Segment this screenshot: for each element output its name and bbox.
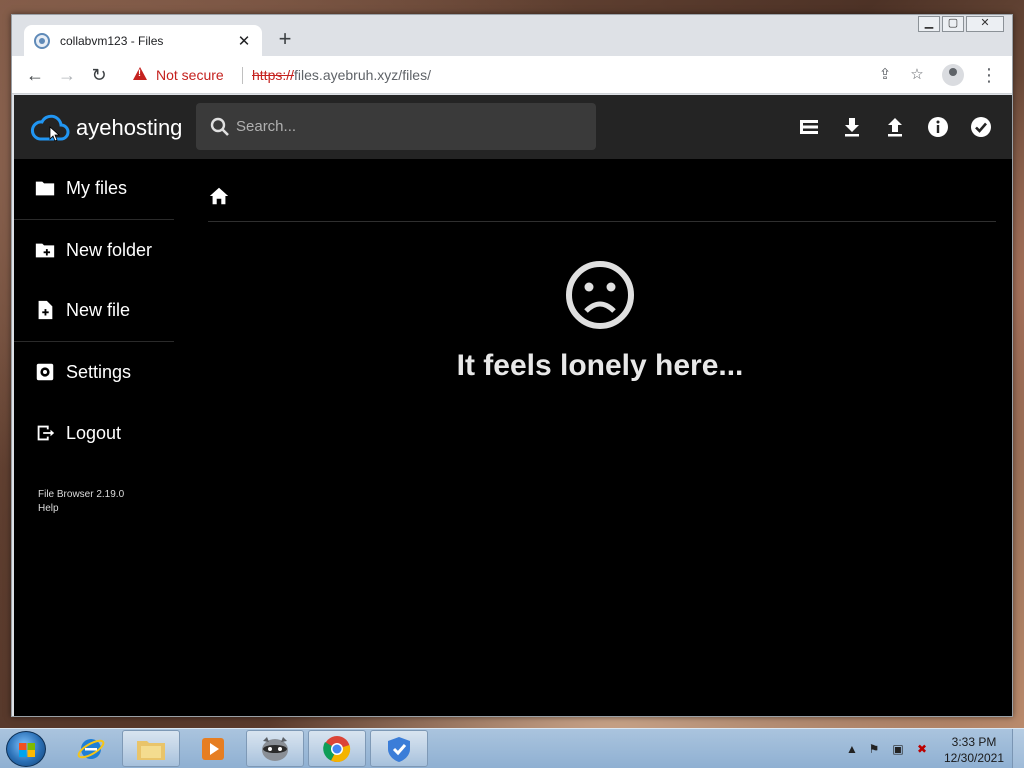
new-folder-icon bbox=[35, 243, 55, 258]
sidebar-item-new-folder[interactable]: New folder bbox=[14, 228, 176, 272]
clock-date[interactable]: 12/30/2021 bbox=[942, 751, 1006, 765]
upload-icon[interactable] bbox=[883, 115, 907, 139]
sidebar-divider bbox=[14, 219, 174, 220]
share-icon[interactable]: ⇪ bbox=[874, 64, 896, 86]
minimize-button[interactable]: ▁ bbox=[918, 16, 940, 32]
maximize-button[interactable]: ▢ bbox=[942, 16, 964, 32]
check-circle-icon[interactable] bbox=[969, 115, 993, 139]
search-icon bbox=[210, 117, 229, 136]
home-icon[interactable] bbox=[208, 185, 230, 207]
tab-close-icon[interactable]: ✕ bbox=[234, 32, 254, 50]
help-link[interactable]: Help bbox=[38, 503, 59, 514]
internet-explorer-icon[interactable] bbox=[62, 730, 120, 767]
action-center-flag-icon[interactable]: ⚑ bbox=[866, 741, 882, 757]
sidebar-item-label: New file bbox=[66, 299, 131, 320]
search-box[interactable] bbox=[196, 103, 596, 150]
taskbar: ▲ ⚑ ▣ ✖ 3:33 PM 12/30/2021 bbox=[0, 728, 1024, 768]
new-file-icon bbox=[38, 300, 53, 320]
page-viewport: ayehosting Search... My files New folder… bbox=[14, 95, 1012, 716]
sidebar-item-logout[interactable]: Logout bbox=[14, 411, 176, 455]
chrome-icon[interactable] bbox=[308, 730, 366, 767]
media-player-icon[interactable] bbox=[184, 730, 242, 767]
download-icon[interactable] bbox=[840, 115, 864, 139]
clock-time[interactable]: 3:33 PM bbox=[948, 735, 1000, 749]
url-path: files.ayebruh.xyz/files/ bbox=[294, 67, 431, 83]
address-bar: ← → ↻ Not secure https://files.ayebruh.x… bbox=[12, 56, 1012, 94]
volume-muted-icon[interactable]: ✖ bbox=[914, 741, 930, 757]
back-icon[interactable]: ← bbox=[24, 65, 46, 85]
reload-icon[interactable]: ↻ bbox=[88, 65, 110, 85]
tab-strip: collabvm123 - Files ✕ + ▁ ▢ ✕ bbox=[12, 15, 1012, 56]
app-header: ayehosting bbox=[14, 95, 1012, 159]
browser-window: collabvm123 - Files ✕ + ▁ ▢ ✕ ← → ↻ Not … bbox=[11, 14, 1013, 717]
version-label: File Browser 2.19.0 bbox=[38, 489, 125, 500]
sidebar-item-label: My files bbox=[66, 177, 128, 198]
cloud-logo-icon[interactable] bbox=[30, 113, 70, 143]
settings-icon bbox=[36, 363, 54, 381]
start-button[interactable] bbox=[6, 731, 46, 767]
security-app-icon[interactable] bbox=[370, 730, 428, 767]
list-view-icon[interactable] bbox=[797, 115, 821, 139]
tab-title: collabvm123 - Files bbox=[60, 33, 164, 48]
sidebar-divider bbox=[14, 341, 174, 342]
sidebar-item-my-files[interactable]: My files bbox=[14, 166, 176, 210]
favicon-icon bbox=[34, 32, 50, 49]
close-window-button[interactable]: ✕ bbox=[966, 16, 1004, 32]
url-scheme: https:// bbox=[252, 67, 295, 83]
logout-icon bbox=[37, 425, 55, 441]
show-hidden-icons[interactable]: ▲ bbox=[844, 741, 860, 757]
browser-tab[interactable]: collabvm123 - Files ✕ bbox=[24, 25, 262, 56]
new-tab-button[interactable]: + bbox=[274, 28, 296, 51]
show-desktop-button[interactable] bbox=[1012, 729, 1024, 768]
sidebar-item-new-file[interactable]: New file bbox=[14, 288, 176, 332]
sidebar-item-label: Settings bbox=[66, 361, 132, 382]
raccoon-app-icon[interactable] bbox=[246, 730, 304, 767]
search-input[interactable] bbox=[236, 103, 586, 150]
omnibox-divider bbox=[242, 67, 243, 84]
forward-icon[interactable]: → bbox=[56, 65, 78, 85]
bookmark-star-icon[interactable]: ☆ bbox=[906, 64, 928, 86]
profile-avatar-icon[interactable] bbox=[942, 64, 964, 86]
brand-name[interactable]: ayehosting bbox=[76, 115, 182, 141]
empty-state-message: It feels lonely here... bbox=[456, 349, 744, 382]
network-icon[interactable]: ▣ bbox=[890, 741, 906, 757]
sidebar: My files New folder New file Settings Lo… bbox=[14, 159, 176, 716]
info-icon[interactable] bbox=[926, 115, 950, 139]
file-explorer-icon[interactable] bbox=[122, 730, 180, 767]
sad-face-icon bbox=[566, 261, 634, 329]
breadcrumb-divider bbox=[208, 221, 996, 222]
browser-menu-icon[interactable]: ⋮ bbox=[978, 64, 1000, 86]
warning-icon bbox=[133, 67, 147, 80]
url-text[interactable]: https://files.ayebruh.xyz/files/ bbox=[252, 67, 431, 83]
omnibox[interactable]: Not secure https://files.ayebruh.xyz/fil… bbox=[124, 60, 994, 90]
sidebar-item-label: New folder bbox=[66, 239, 153, 260]
folder-icon bbox=[35, 181, 55, 196]
security-label[interactable]: Not secure bbox=[156, 67, 224, 83]
sidebar-item-label: Logout bbox=[66, 422, 122, 443]
sidebar-item-settings[interactable]: Settings bbox=[14, 350, 176, 394]
